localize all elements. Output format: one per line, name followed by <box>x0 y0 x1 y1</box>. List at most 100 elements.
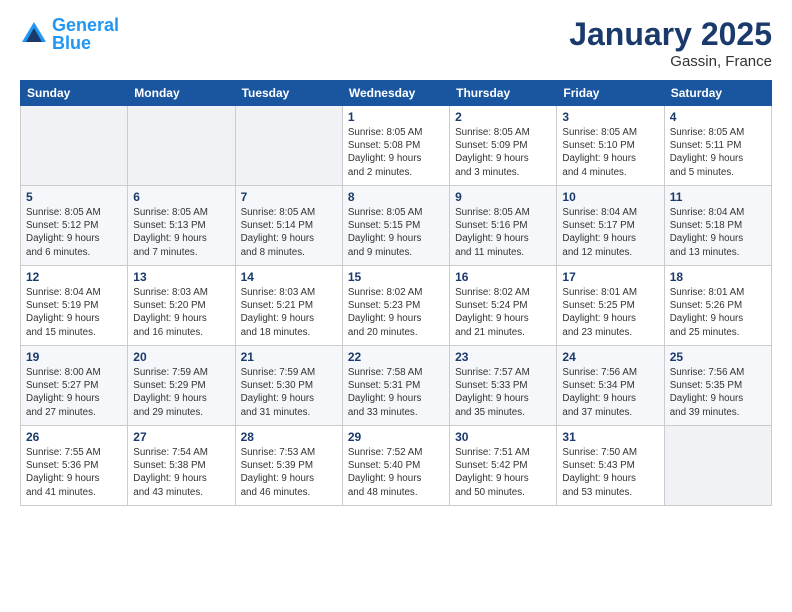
day-of-week-monday: Monday <box>128 81 235 106</box>
day-number: 12 <box>26 270 122 284</box>
day-number: 17 <box>562 270 658 284</box>
calendar-cell: 22Sunrise: 7:58 AM Sunset: 5:31 PM Dayli… <box>342 346 449 426</box>
day-info: Sunrise: 8:03 AM Sunset: 5:21 PM Dayligh… <box>241 286 337 339</box>
week-row-3: 19 Sunrise: 8:00 AM Sunset: 5:27 PM Dayli… <box>21 346 772 426</box>
day-info: Sunrise: 8:04 AM Sunset: 5:17 PM Dayligh… <box>562 206 658 259</box>
day-number: 14 <box>241 270 337 284</box>
calendar-cell: 27 Sunrise: 7:54 AM Sunset: 5:38 PM Dayli… <box>128 426 235 506</box>
week-row-4: 26 Sunrise: 7:55 AM Sunset: 5:36 PM Dayli… <box>21 426 772 506</box>
day-info: Sunrise: 8:02 AM Sunset: 5:24 PM Dayligh… <box>455 286 551 339</box>
day-number: 27 <box>133 430 229 444</box>
day-number: 19 <box>26 350 122 364</box>
day-info: Sunrise: 8:05 AM Sunset: 5:16 PM Dayligh… <box>455 206 551 259</box>
day-info: Sunrise: 8:05 AM Sunset: 5:09 PM Dayligh… <box>455 126 551 179</box>
day-info: Sunrise: 8:02 AM Sunset: 5:23 PM Dayligh… <box>348 286 444 339</box>
day-info: Sunrise: 7:51 AM Sunset: 5:42 PM Dayligh… <box>455 446 551 499</box>
calendar-cell <box>235 106 342 186</box>
calendar-cell: 17 Sunrise: 8:01 AM Sunset: 5:25 PM Dayli… <box>557 266 664 346</box>
calendar-cell <box>128 106 235 186</box>
day-number: 30 <box>455 430 551 444</box>
calendar-cell: 15Sunrise: 8:02 AM Sunset: 5:23 PM Dayli… <box>342 266 449 346</box>
day-info: Sunrise: 8:05 AM Sunset: 5:15 PM Dayligh… <box>348 206 444 259</box>
calendar-cell: 2 Sunrise: 8:05 AM Sunset: 5:09 PM Daylig… <box>450 106 557 186</box>
day-of-week-friday: Friday <box>557 81 664 106</box>
day-info: Sunrise: 8:04 AM Sunset: 5:18 PM Dayligh… <box>670 206 766 259</box>
logo-text: General Blue <box>52 16 119 52</box>
day-number: 26 <box>26 430 122 444</box>
logo-icon <box>20 20 48 48</box>
calendar-cell: 16Sunrise: 8:02 AM Sunset: 5:24 PM Dayli… <box>450 266 557 346</box>
day-number: 23 <box>455 350 551 364</box>
day-number: 21 <box>241 350 337 364</box>
day-info: Sunrise: 7:50 AM Sunset: 5:43 PM Dayligh… <box>562 446 658 499</box>
day-number: 10 <box>562 190 658 204</box>
day-number: 2 <box>455 110 551 124</box>
week-row-1: 5 Sunrise: 8:05 AM Sunset: 5:12 PM Daylig… <box>21 186 772 266</box>
day-info: Sunrise: 8:03 AM Sunset: 5:20 PM Dayligh… <box>133 286 229 339</box>
calendar-cell: 20Sunrise: 7:59 AM Sunset: 5:29 PM Dayli… <box>128 346 235 426</box>
day-number: 6 <box>133 190 229 204</box>
day-of-week-thursday: Thursday <box>450 81 557 106</box>
day-of-week-wednesday: Wednesday <box>342 81 449 106</box>
day-info: Sunrise: 7:57 AM Sunset: 5:33 PM Dayligh… <box>455 366 551 419</box>
day-info: Sunrise: 8:01 AM Sunset: 5:25 PM Dayligh… <box>562 286 658 339</box>
header: General Blue January 2025 Gassin, France <box>20 16 772 70</box>
calendar-cell: 12 Sunrise: 8:04 AM Sunset: 5:19 PM Dayli… <box>21 266 128 346</box>
day-info: Sunrise: 7:54 AM Sunset: 5:38 PM Dayligh… <box>133 446 229 499</box>
calendar-cell: 13 Sunrise: 8:03 AM Sunset: 5:20 PM Dayli… <box>128 266 235 346</box>
calendar-cell: 10 Sunrise: 8:04 AM Sunset: 5:17 PM Dayli… <box>557 186 664 266</box>
day-number: 11 <box>670 190 766 204</box>
day-number: 18 <box>670 270 766 284</box>
day-info: Sunrise: 7:56 AM Sunset: 5:34 PM Dayligh… <box>562 366 658 419</box>
day-info: Sunrise: 8:05 AM Sunset: 5:10 PM Dayligh… <box>562 126 658 179</box>
calendar-cell: 29Sunrise: 7:52 AM Sunset: 5:40 PM Dayli… <box>342 426 449 506</box>
calendar-header-row: SundayMondayTuesdayWednesdayThursdayFrid… <box>21 81 772 106</box>
day-info: Sunrise: 7:55 AM Sunset: 5:36 PM Dayligh… <box>26 446 122 499</box>
day-info: Sunrise: 8:05 AM Sunset: 5:11 PM Dayligh… <box>670 126 766 179</box>
calendar-cell: 7 Sunrise: 8:05 AM Sunset: 5:14 PM Daylig… <box>235 186 342 266</box>
day-number: 25 <box>670 350 766 364</box>
day-number: 29 <box>348 430 444 444</box>
logo: General Blue <box>20 16 119 52</box>
day-number: 7 <box>241 190 337 204</box>
day-info: Sunrise: 8:05 AM Sunset: 5:12 PM Dayligh… <box>26 206 122 259</box>
day-number: 31 <box>562 430 658 444</box>
day-info: Sunrise: 7:58 AM Sunset: 5:31 PM Dayligh… <box>348 366 444 419</box>
calendar-cell: 14 Sunrise: 8:03 AM Sunset: 5:21 PM Dayli… <box>235 266 342 346</box>
day-number: 5 <box>26 190 122 204</box>
calendar-cell: 4 Sunrise: 8:05 AM Sunset: 5:11 PM Daylig… <box>664 106 771 186</box>
week-row-0: 1 Sunrise: 8:05 AM Sunset: 5:08 PM Daylig… <box>21 106 772 186</box>
day-info: Sunrise: 8:05 AM Sunset: 5:08 PM Dayligh… <box>348 126 444 179</box>
calendar-cell: 1 Sunrise: 8:05 AM Sunset: 5:08 PM Daylig… <box>342 106 449 186</box>
calendar-cell: 9Sunrise: 8:05 AM Sunset: 5:16 PM Daylig… <box>450 186 557 266</box>
day-number: 3 <box>562 110 658 124</box>
day-info: Sunrise: 7:59 AM Sunset: 5:30 PM Dayligh… <box>241 366 337 419</box>
calendar-cell: 8 Sunrise: 8:05 AM Sunset: 5:15 PM Daylig… <box>342 186 449 266</box>
day-info: Sunrise: 8:00 AM Sunset: 5:27 PM Dayligh… <box>26 366 122 419</box>
day-info: Sunrise: 8:01 AM Sunset: 5:26 PM Dayligh… <box>670 286 766 339</box>
day-of-week-tuesday: Tuesday <box>235 81 342 106</box>
day-number: 8 <box>348 190 444 204</box>
calendar-cell: 28Sunrise: 7:53 AM Sunset: 5:39 PM Dayli… <box>235 426 342 506</box>
calendar-cell: 5 Sunrise: 8:05 AM Sunset: 5:12 PM Daylig… <box>21 186 128 266</box>
day-number: 1 <box>348 110 444 124</box>
week-row-2: 12 Sunrise: 8:04 AM Sunset: 5:19 PM Dayli… <box>21 266 772 346</box>
day-of-week-sunday: Sunday <box>21 81 128 106</box>
day-number: 13 <box>133 270 229 284</box>
day-info: Sunrise: 8:05 AM Sunset: 5:13 PM Dayligh… <box>133 206 229 259</box>
calendar: SundayMondayTuesdayWednesdayThursdayFrid… <box>20 80 772 506</box>
calendar-cell: 21 Sunrise: 7:59 AM Sunset: 5:30 PM Dayli… <box>235 346 342 426</box>
calendar-cell: 6 Sunrise: 8:05 AM Sunset: 5:13 PM Daylig… <box>128 186 235 266</box>
location: Gassin, France <box>569 53 772 70</box>
day-info: Sunrise: 7:56 AM Sunset: 5:35 PM Dayligh… <box>670 366 766 419</box>
calendar-cell: 19 Sunrise: 8:00 AM Sunset: 5:27 PM Dayli… <box>21 346 128 426</box>
day-number: 24 <box>562 350 658 364</box>
day-info: Sunrise: 8:04 AM Sunset: 5:19 PM Dayligh… <box>26 286 122 339</box>
day-info: Sunrise: 7:53 AM Sunset: 5:39 PM Dayligh… <box>241 446 337 499</box>
day-of-week-saturday: Saturday <box>664 81 771 106</box>
calendar-cell <box>664 426 771 506</box>
day-number: 4 <box>670 110 766 124</box>
day-info: Sunrise: 8:05 AM Sunset: 5:14 PM Dayligh… <box>241 206 337 259</box>
calendar-cell: 31 Sunrise: 7:50 AM Sunset: 5:43 PM Dayli… <box>557 426 664 506</box>
title-block: January 2025 Gassin, France <box>569 16 772 70</box>
